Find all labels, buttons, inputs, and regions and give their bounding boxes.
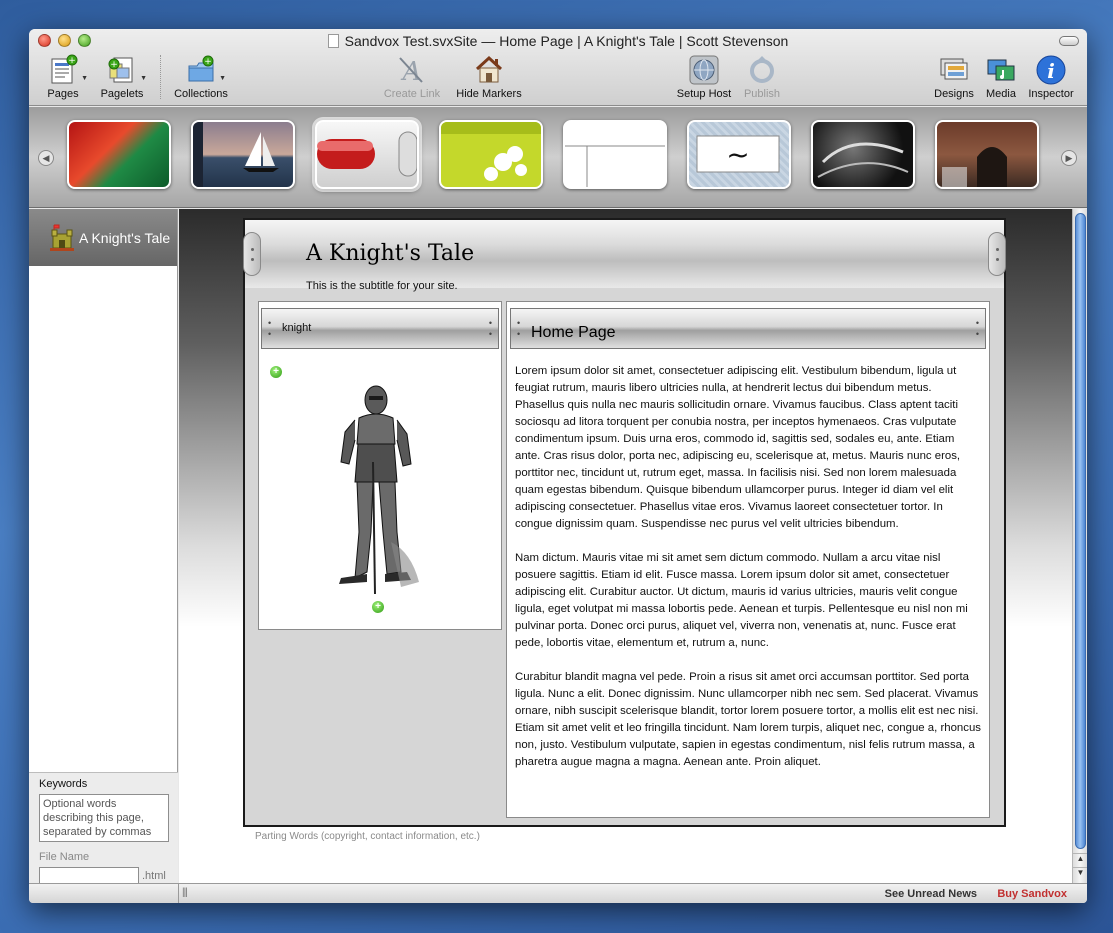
add-pagelet-icon[interactable]: +	[270, 366, 282, 378]
design-thumbnail[interactable]	[563, 120, 667, 189]
hide-markers-button[interactable]: Hide Markers	[451, 54, 527, 100]
media-icon	[985, 54, 1017, 86]
design-thumbnail[interactable]	[191, 120, 295, 189]
paragraph: Lorem ipsum dolor sit amet, consectetuer…	[515, 365, 961, 530]
create-link-button[interactable]: A Create Link	[379, 54, 445, 100]
toolbar-toggle-button[interactable]	[1059, 36, 1079, 46]
content-titlebar: • • Home Page • •	[510, 308, 986, 349]
buy-sandvox-link[interactable]: Buy Sandvox	[997, 888, 1067, 900]
dropdown-arrow-icon: ▼	[219, 75, 226, 82]
sidebar-pagelet: • • knight • • + +	[258, 301, 502, 630]
globe-icon	[688, 54, 720, 86]
svg-text:+: +	[68, 56, 76, 66]
page-preview: A Knight's Tale This is the subtitle for…	[179, 209, 1072, 883]
design-thumbnail[interactable]: ~	[687, 120, 791, 189]
knight-image[interactable]	[331, 382, 421, 596]
house-icon	[473, 54, 505, 86]
paragraph: Nam dictum. Mauris vitae mi sit amet sem…	[515, 552, 968, 649]
pagelets-button[interactable]: + ▼ Pagelets	[99, 54, 147, 100]
page-header: A Knight's Tale This is the subtitle for…	[243, 220, 1006, 292]
design-thumbnail-selected[interactable]	[315, 120, 419, 189]
filename-label: File Name	[39, 851, 90, 863]
header-left-handle	[243, 232, 261, 276]
pagelet-titlebar: • • knight • •	[261, 308, 499, 349]
web-page: A Knight's Tale This is the subtitle for…	[243, 218, 1006, 827]
scroll-down-button[interactable]: ▼	[1073, 867, 1087, 881]
dropdown-arrow-icon: ▼	[140, 75, 147, 82]
svg-text:+: +	[110, 60, 118, 70]
pages-icon: + ▼	[47, 54, 88, 86]
document-icon	[327, 34, 339, 48]
page-details-panel: Keywords Optional words describing this …	[29, 772, 178, 885]
page-heading[interactable]: Home Page	[531, 324, 616, 342]
castle-icon	[49, 224, 75, 252]
scroll-right-button[interactable]: ▶	[1061, 150, 1077, 166]
publish-button[interactable]: Publish	[739, 54, 785, 100]
body-text[interactable]: Lorem ipsum dolor sit amet, consectetuer…	[515, 363, 981, 788]
site-subtitle[interactable]: This is the subtitle for your site.	[306, 280, 458, 292]
info-icon: i	[1035, 54, 1067, 86]
toolbar: Sandvox Test.svxSite — Home Page | A Kni…	[29, 29, 1087, 106]
inspector-button[interactable]: i Inspector	[1025, 54, 1077, 100]
publish-icon	[746, 54, 778, 86]
media-button[interactable]: Media	[981, 54, 1021, 100]
app-window: Sandvox Test.svxSite — Home Page | A Kni…	[29, 29, 1087, 903]
svg-text:i: i	[1047, 59, 1055, 83]
scroll-left-button[interactable]: ◀	[38, 150, 54, 166]
filename-extension: .html	[142, 870, 166, 882]
design-thumbnail[interactable]	[811, 120, 915, 189]
page-footer[interactable]: Parting Words (copyright, contact inform…	[255, 831, 480, 842]
pages-button[interactable]: + ▼ Pages	[43, 54, 88, 100]
svg-text:~: ~	[726, 138, 749, 171]
setup-host-button[interactable]: Setup Host	[673, 54, 735, 100]
resize-grip-icon[interactable]: |||	[182, 887, 188, 898]
header-right-handle	[988, 232, 1006, 276]
statusbar: ||| See Unread News Buy Sandvox	[179, 883, 1087, 903]
keywords-label: Keywords	[39, 778, 88, 790]
vertical-scrollbar[interactable]: ▲ ▼	[1072, 209, 1087, 883]
toolbar-separator	[160, 55, 161, 99]
scroll-up-button[interactable]: ▲	[1073, 853, 1087, 867]
collections-button[interactable]: + ▼ Collections	[169, 54, 233, 100]
window-title: Sandvox Test.svxSite — Home Page | A Kni…	[29, 33, 1087, 49]
sidebar-statusbar	[29, 883, 179, 903]
site-title[interactable]: A Knight's Tale	[306, 241, 474, 266]
keywords-field[interactable]: Optional words describing this page, sep…	[39, 794, 169, 842]
pagelets-icon: + ▼	[106, 54, 147, 86]
site-outline: A Knight's Tale Keywords Optional words …	[29, 209, 178, 885]
design-thumbnail[interactable]	[935, 120, 1039, 189]
add-pagelet-icon[interactable]: +	[372, 601, 384, 613]
collections-icon: + ▼	[185, 54, 226, 86]
dropdown-arrow-icon: ▼	[81, 75, 88, 82]
designs-button[interactable]: Designs	[931, 54, 977, 100]
pagelet-title[interactable]: knight	[282, 322, 311, 334]
designs-icon	[938, 54, 970, 86]
scrollbar-thumb[interactable]	[1075, 213, 1086, 849]
design-chooser: ◀ ~ ▶	[29, 107, 1087, 208]
paragraph: Curabitur blandit magna vel pede. Proin …	[515, 671, 981, 768]
design-thumbnail[interactable]	[439, 120, 543, 189]
svg-text:+: +	[204, 57, 212, 67]
design-thumbnail[interactable]	[67, 120, 171, 189]
site-outline-item-home[interactable]: A Knight's Tale	[29, 209, 177, 266]
create-link-icon: A	[396, 54, 428, 87]
main-content: • • Home Page • • Lorem ipsum dolor sit am…	[506, 301, 990, 818]
see-unread-news-link[interactable]: See Unread News	[885, 888, 977, 900]
